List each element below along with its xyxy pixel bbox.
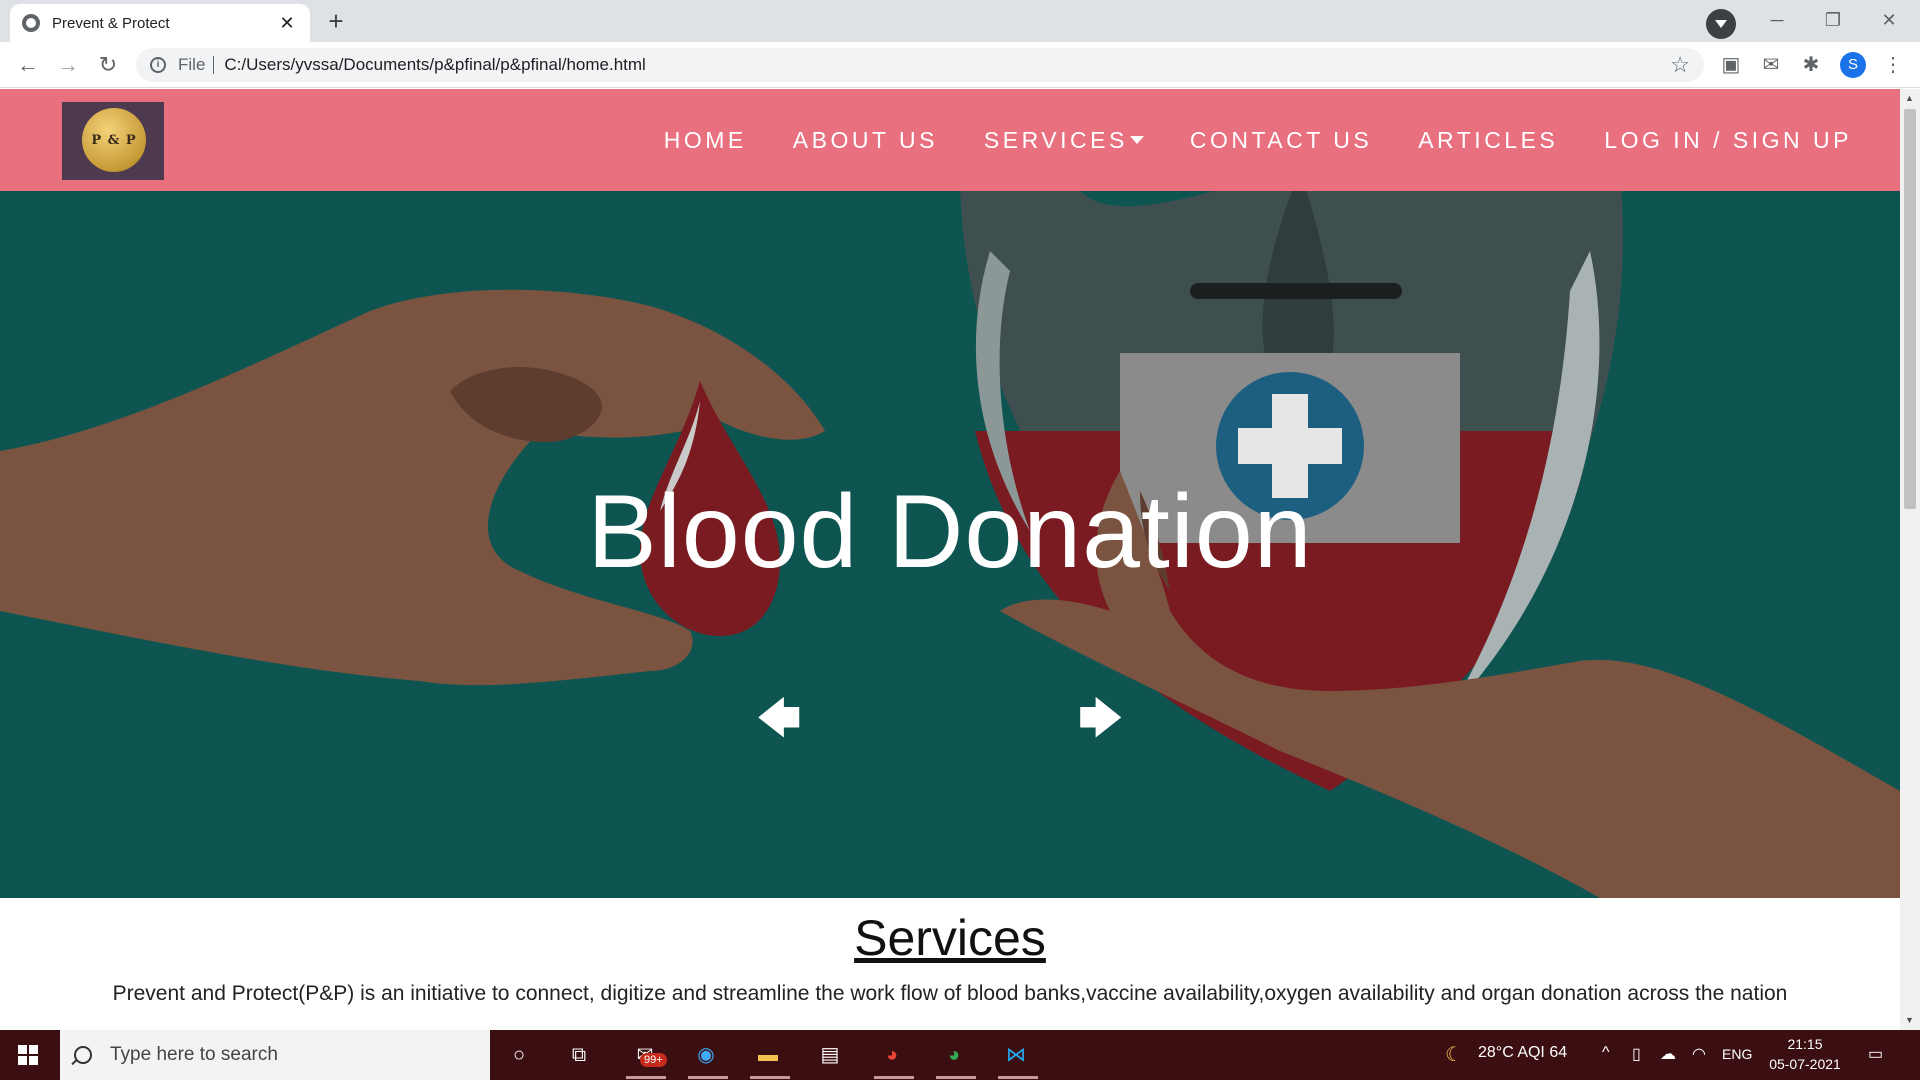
wifi-icon[interactable]: ◠	[1692, 1044, 1706, 1064]
carousel-next-arrow-icon[interactable]: 🡆	[1078, 697, 1123, 741]
nav-services-label: SERVICES	[983, 126, 1128, 153]
services-description: Prevent and Protect(P&P) is an initiativ…	[112, 982, 1788, 1005]
chrome-icon[interactable]: ◕	[876, 1039, 908, 1071]
nav-articles[interactable]: ARTICLES	[1418, 127, 1558, 154]
reload-icon[interactable]: ↻	[92, 49, 124, 81]
chrome-profile-active-indicator	[936, 1076, 976, 1079]
explorer-active-indicator	[750, 1076, 790, 1079]
forward-arrow-icon[interactable]: →	[52, 49, 84, 81]
profile-avatar[interactable]: S	[1840, 52, 1866, 78]
logo-emblem: P & P	[82, 108, 146, 172]
weather-moon-icon[interactable]: ☾	[1438, 1039, 1470, 1071]
scroll-down-icon[interactable]: ▼	[1905, 1015, 1914, 1025]
windows-start-icon[interactable]	[18, 1045, 38, 1065]
nav-about-label: ABOUT US	[792, 126, 938, 153]
minimize-button[interactable]: ─	[1754, 4, 1800, 36]
web-page: P & P HOME ABOUT US SERVICES CONTACT US …	[0, 89, 1900, 1030]
edge-browser-icon[interactable]: ◉	[690, 1039, 722, 1071]
restore-button[interactable]: ❐	[1810, 4, 1856, 36]
edge-active-indicator	[688, 1076, 728, 1079]
info-icon[interactable]: i	[150, 57, 166, 73]
browser-toolbar: ← → ↻ i File C:/Users/yvssa/Documents/p&…	[0, 42, 1920, 88]
taskbar-search-placeholder: Type here to search	[110, 1044, 278, 1065]
nav-services-dropdown[interactable]: SERVICES	[984, 127, 1144, 154]
url-separator	[213, 56, 215, 74]
browser-tab[interactable]: Prevent & Protect ✕	[10, 4, 310, 42]
back-arrow-icon[interactable]: ←	[12, 49, 44, 81]
task-view-icon[interactable]: ⧉	[563, 1039, 595, 1071]
notifications-icon[interactable]: ▭	[1868, 1044, 1883, 1064]
address-bar[interactable]: i File C:/Users/yvssa/Documents/p&pfinal…	[136, 48, 1704, 82]
file-explorer-icon[interactable]: ▬	[752, 1039, 784, 1071]
mail-extension-icon[interactable]: ✉	[1758, 52, 1784, 78]
site-logo[interactable]: P & P	[62, 102, 164, 180]
browser-tab-strip: Prevent & Protect ✕ + ─ ❐ ✕	[0, 0, 1920, 42]
taskbar-search-box[interactable]: Type here to search	[60, 1030, 490, 1080]
pocket-extension-icon[interactable]: ▣	[1718, 52, 1744, 78]
scroll-up-icon[interactable]: ▲	[1905, 93, 1914, 103]
extensions-puzzle-icon[interactable]: ✱	[1798, 52, 1824, 78]
window-close-button[interactable]: ✕	[1866, 4, 1912, 36]
chrome-profile-icon[interactable]: ◕	[938, 1039, 970, 1071]
site-navbar: P & P HOME ABOUT US SERVICES CONTACT US …	[0, 89, 1900, 191]
tab-title: Prevent & Protect	[52, 14, 170, 32]
vscode-icon[interactable]: ⋈	[1000, 1039, 1032, 1071]
nav-home[interactable]: HOME	[664, 127, 747, 154]
battery-icon[interactable]: ▯	[1632, 1044, 1641, 1064]
nav-contact-us[interactable]: CONTACT US	[1190, 127, 1372, 154]
browser-menu-icon[interactable]: ⋮	[1880, 52, 1906, 78]
globe-icon	[22, 14, 40, 32]
new-tab-button[interactable]: +	[320, 6, 352, 38]
nav-login-signup[interactable]: LOG IN / SIGN UP	[1604, 127, 1852, 154]
caret-down-icon	[1129, 135, 1144, 144]
carousel-prev-arrow-icon[interactable]: 🡄	[756, 697, 801, 741]
bookmark-star-icon[interactable]: ☆	[1670, 52, 1690, 78]
show-hidden-icons-chevron-icon[interactable]: ^	[1602, 1044, 1610, 1062]
store-icon[interactable]: ▤	[814, 1039, 846, 1071]
nav-about-us[interactable]: ABOUT US	[793, 127, 938, 154]
hero-carousel: Blood Donation 🡄 🡆	[0, 191, 1900, 898]
scroll-thumb[interactable]	[1904, 109, 1916, 509]
url-text[interactable]: C:/Users/yvssa/Documents/p&pfinal/p&pfin…	[224, 55, 1670, 75]
cortana-icon[interactable]: ○	[503, 1039, 535, 1071]
logo-text: P & P	[91, 132, 137, 148]
clock-time: 21:15	[1787, 1036, 1823, 1052]
search-icon	[74, 1046, 92, 1064]
close-tab-icon[interactable]: ✕	[276, 13, 298, 34]
input-language[interactable]: ENG	[1722, 1046, 1752, 1062]
taskbar-clock[interactable]: 21:15 05-07-2021	[1760, 1034, 1850, 1074]
vscode-active-indicator	[998, 1076, 1038, 1079]
url-scheme: File	[178, 55, 206, 74]
services-heading: Services	[854, 910, 1046, 966]
mail-active-indicator	[626, 1076, 666, 1079]
mail-unread-badge: 99+	[640, 1053, 667, 1067]
tab-search-button[interactable]	[1706, 9, 1736, 39]
main-menu: HOME ABOUT US SERVICES CONTACT US ARTICL…	[664, 89, 1852, 191]
page-scrollbar[interactable]: ▲ ▼	[1900, 89, 1920, 1030]
weather-text[interactable]: 28°C AQI 64	[1478, 1044, 1567, 1062]
onedrive-cloud-icon[interactable]: ☁	[1660, 1044, 1676, 1064]
hero-title: Blood Donation	[587, 474, 1313, 590]
windows-taskbar: Type here to search ○ ⧉ ✉ ◉ ▬ ▤ ◕ ◕ ⋈ ☾ …	[0, 1030, 1920, 1080]
chrome-active-indicator	[874, 1076, 914, 1079]
clock-date: 05-07-2021	[1769, 1056, 1841, 1072]
